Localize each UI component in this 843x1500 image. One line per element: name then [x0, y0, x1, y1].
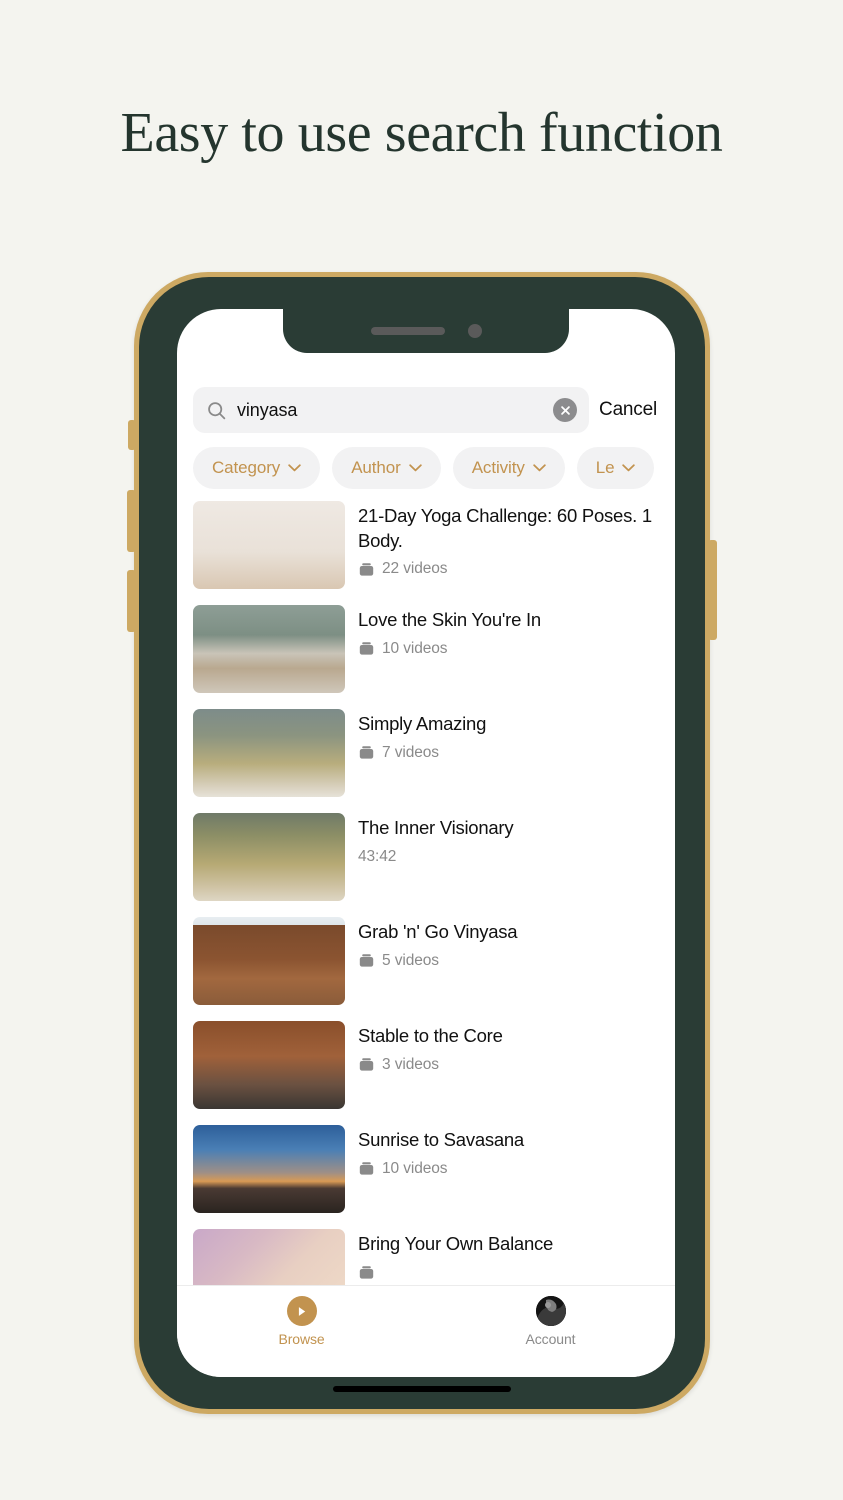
chevron-down-icon: [622, 464, 636, 472]
video-stack-icon: [359, 954, 374, 967]
video-stack-icon: [359, 746, 374, 759]
result-row[interactable]: Bring Your Own Balance: [193, 1229, 675, 1285]
result-row[interactable]: Sunrise to Savasana 10 videos: [193, 1125, 675, 1229]
result-meta: Bring Your Own Balance: [358, 1229, 675, 1281]
earpiece-speaker-icon: [370, 327, 445, 335]
result-subtitle: 7 videos: [358, 744, 675, 762]
search-input[interactable]: vinyasa: [193, 387, 590, 433]
result-subtitle: 43:42: [358, 848, 675, 866]
result-title: Bring Your Own Balance: [358, 1233, 554, 1254]
phone-body: vinyasa Cancel Category Author Activity …: [139, 277, 705, 1409]
filter-chip-author[interactable]: Author: [332, 447, 441, 489]
tab-account[interactable]: Account: [426, 1296, 675, 1347]
result-title: The Inner Visionary: [358, 817, 514, 838]
search-results-list[interactable]: 21-Day Yoga Challenge: 60 Poses. 1 Body.…: [177, 501, 675, 1285]
result-count-label: 7 videos: [382, 743, 439, 761]
volume-up-button[interactable]: [127, 570, 136, 632]
filter-chip-category[interactable]: Category: [193, 447, 321, 489]
result-row[interactable]: Stable to the Core 3 videos: [193, 1021, 675, 1125]
video-stack-icon: [359, 1162, 374, 1175]
result-meta: The Inner Visionary 43:42: [358, 813, 675, 866]
result-title: Grab 'n' Go Vinyasa: [358, 921, 518, 942]
cancel-button[interactable]: Cancel: [599, 399, 659, 421]
phone-screen: vinyasa Cancel Category Author Activity …: [177, 309, 675, 1377]
result-title: Stable to the Core: [358, 1025, 503, 1046]
avatar: [535, 1296, 566, 1326]
result-subtitle: 5 videos: [358, 952, 675, 970]
bottom-tab-bar: Browse Account: [177, 1285, 675, 1377]
result-row[interactable]: 21-Day Yoga Challenge: 60 Poses. 1 Body.…: [193, 501, 675, 605]
tab-account-label: Account: [525, 1331, 576, 1347]
phone-notch: [283, 309, 569, 353]
result-count-label: 10 videos: [382, 1159, 448, 1177]
result-meta: Stable to the Core 3 videos: [358, 1021, 675, 1074]
tab-browse-label: Browse: [278, 1331, 325, 1347]
result-count-label: 10 videos: [382, 639, 448, 657]
play-circle-icon: [286, 1296, 317, 1326]
filter-chip-label: Le: [595, 458, 615, 477]
search-icon: [208, 401, 226, 419]
result-title: Sunrise to Savasana: [358, 1129, 524, 1150]
result-thumbnail: [193, 813, 345, 901]
filter-chip-label: Category: [212, 458, 281, 477]
result-subtitle: 10 videos: [358, 640, 675, 658]
tab-browse[interactable]: Browse: [177, 1296, 426, 1347]
video-stack-icon: [359, 642, 374, 655]
video-stack-icon: [359, 1265, 374, 1279]
video-stack-icon: [359, 562, 374, 576]
result-subtitle: 3 videos: [358, 1056, 675, 1074]
phone-mockup: vinyasa Cancel Category Author Activity …: [127, 272, 717, 1414]
result-thumbnail: [193, 1125, 345, 1213]
result-subtitle: [358, 1264, 675, 1281]
result-meta: Grab 'n' Go Vinyasa 5 videos: [358, 917, 675, 970]
chevron-down-icon: [288, 464, 301, 472]
result-meta: Love the Skin You're In 10 videos: [358, 605, 675, 658]
result-thumbnail: [193, 917, 345, 1005]
result-thumbnail: [193, 709, 345, 797]
close-icon: [560, 405, 570, 415]
result-meta: Simply Amazing 7 videos: [358, 709, 675, 762]
filter-chip-level[interactable]: Le: [576, 447, 655, 489]
filter-chip-label: Author: [351, 458, 401, 477]
result-count-label: 43:42: [358, 847, 397, 865]
result-meta: 21-Day Yoga Challenge: 60 Poses. 1 Body.…: [358, 501, 675, 578]
video-stack-icon: [359, 1058, 374, 1071]
result-thumbnail: [193, 605, 345, 693]
search-bar: vinyasa Cancel: [177, 385, 675, 435]
result-row[interactable]: Grab 'n' Go Vinyasa 5 videos: [193, 917, 675, 1021]
result-row[interactable]: The Inner Visionary 43:42: [193, 813, 675, 917]
result-count-label: 3 videos: [382, 1055, 439, 1073]
result-subtitle: 22 videos: [358, 560, 675, 578]
chevron-down-icon: [533, 464, 546, 472]
filter-chip-activity[interactable]: Activity: [452, 447, 565, 489]
result-thumbnail: [193, 1021, 345, 1109]
page-title: Easy to use search function: [120, 102, 723, 164]
home-indicator: [333, 1386, 511, 1392]
volume-down-button[interactable]: [127, 490, 136, 552]
power-button[interactable]: [708, 540, 717, 640]
filter-chip-label: Activity: [471, 458, 525, 477]
result-subtitle: 10 videos: [358, 1160, 675, 1178]
result-row[interactable]: Love the Skin You're In 10 videos: [193, 605, 675, 709]
result-row[interactable]: Simply Amazing 7 videos: [193, 709, 675, 813]
result-thumbnail: [193, 1229, 345, 1285]
result-meta: Sunrise to Savasana 10 videos: [358, 1125, 675, 1178]
app-screen: vinyasa Cancel Category Author Activity …: [177, 309, 675, 1377]
result-count-label: 22 videos: [382, 560, 448, 578]
front-camera-icon: [467, 324, 482, 338]
clear-search-button[interactable]: [553, 398, 578, 422]
result-title: Simply Amazing: [358, 713, 487, 734]
silent-switch-button[interactable]: [128, 420, 136, 450]
avatar-icon: [535, 1296, 566, 1326]
result-count-label: 5 videos: [382, 951, 439, 969]
chevron-down-icon: [408, 464, 422, 472]
play-triangle-icon: [298, 1306, 306, 1316]
result-thumbnail: [193, 501, 345, 589]
result-title: Love the Skin You're In: [358, 609, 541, 630]
search-input-value: vinyasa: [237, 399, 298, 420]
filter-chips: Category Author Activity Le: [177, 435, 675, 501]
result-title: 21-Day Yoga Challenge: 60 Poses. 1 Body.: [358, 505, 652, 551]
